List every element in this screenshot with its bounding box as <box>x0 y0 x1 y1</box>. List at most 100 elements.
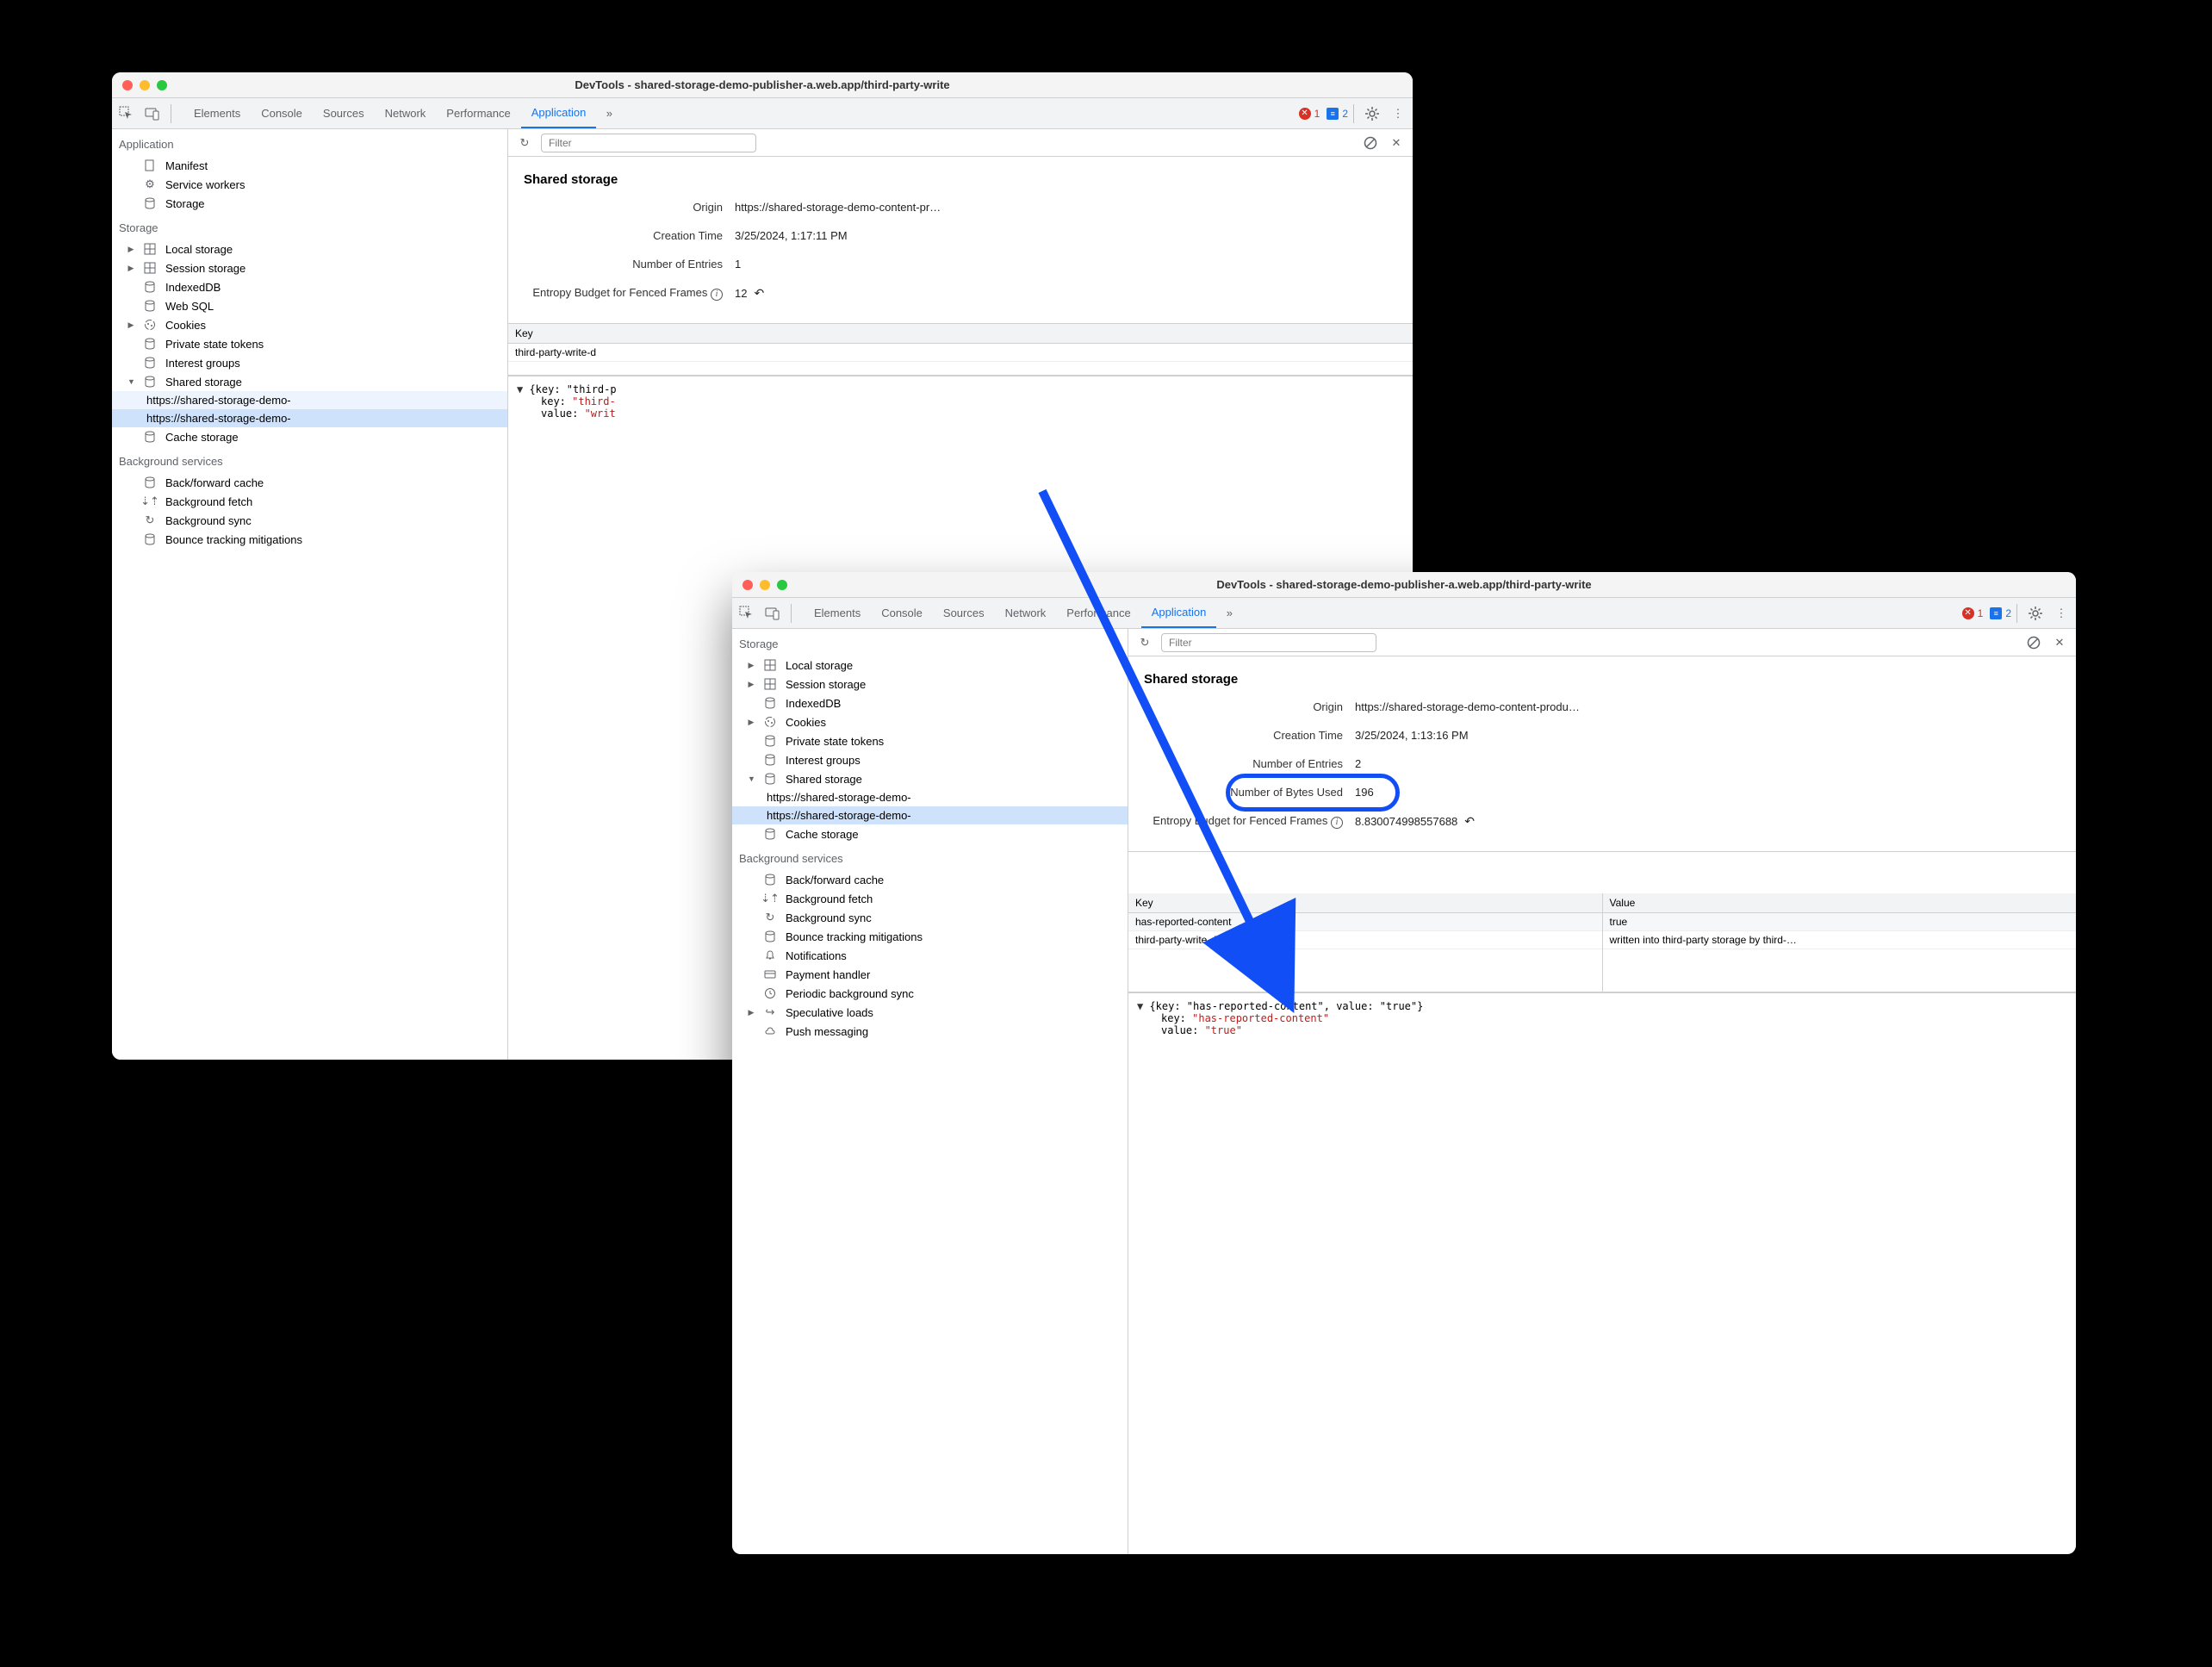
sidebar-item-indexeddb[interactable]: IndexedDB <box>112 277 507 296</box>
sidebar-item-localstorage[interactable]: ▶Local storage <box>732 656 1128 675</box>
minimize-icon[interactable] <box>760 580 770 590</box>
clear-icon[interactable] <box>1361 134 1380 152</box>
error-badge[interactable]: ✕1 <box>1299 108 1320 120</box>
settings-icon[interactable] <box>2022 600 2048 626</box>
tab-console[interactable]: Console <box>871 598 933 628</box>
sidebar-item-paymenthandler[interactable]: Payment handler <box>732 965 1128 984</box>
sidebar-item-storage[interactable]: Storage <box>112 194 507 213</box>
sidebar-item-cachestorage[interactable]: Cache storage <box>112 427 507 446</box>
table-row[interactable]: third-party-write-d <box>508 344 1413 362</box>
sidebar-item-bfcache[interactable]: Back/forward cache <box>112 473 507 492</box>
sidebar-item-localstorage[interactable]: ▶Local storage <box>112 239 507 258</box>
sidebar-item-interestgroups[interactable]: Interest groups <box>732 750 1128 769</box>
titlebar[interactable]: DevTools - shared-storage-demo-publisher… <box>732 572 2076 598</box>
sidebar-item-privatestatetokens[interactable]: Private state tokens <box>112 334 507 353</box>
sidebar-item-bgsync[interactable]: ↻Background sync <box>112 511 507 530</box>
sidebar-item-bgfetch[interactable]: ⇣⇡Background fetch <box>112 492 507 511</box>
database-icon <box>143 299 157 313</box>
entries-table[interactable]: Key third-party-write-d <box>508 324 1413 376</box>
sidebar-item-shared-url-2[interactable]: https://shared-storage-demo- <box>732 806 1128 824</box>
kebab-icon[interactable]: ⋮ <box>1385 101 1411 127</box>
sidebar-item-speculativeloads[interactable]: ▶↪Speculative loads <box>732 1003 1128 1022</box>
inspect-icon[interactable] <box>114 101 140 127</box>
entries-table[interactable]: Key has-reported-content third-party-wri… <box>1128 893 2076 992</box>
tab-application[interactable]: Application <box>1141 598 1217 628</box>
close-icon[interactable] <box>743 580 753 590</box>
sidebar-item-websql[interactable]: Web SQL <box>112 296 507 315</box>
filter-input[interactable] <box>1161 633 1376 652</box>
table-row[interactable]: has-reported-content <box>1128 913 1602 931</box>
titlebar[interactable]: DevTools - shared-storage-demo-publisher… <box>112 72 1413 98</box>
info-icon[interactable]: i <box>711 289 723 301</box>
more-tabs-icon[interactable]: » <box>596 101 622 127</box>
value-origin: https://shared-storage-demo-content-pr… <box>735 201 941 214</box>
sidebar-item-cachestorage[interactable]: Cache storage <box>732 824 1128 843</box>
sidebar-item-serviceworkers[interactable]: ⚙︎Service workers <box>112 175 507 194</box>
reset-icon[interactable]: ↶ <box>754 286 764 301</box>
value-origin: https://shared-storage-demo-content-prod… <box>1355 700 1580 713</box>
message-badge[interactable]: ≡2 <box>1327 108 1348 120</box>
minimize-icon[interactable] <box>140 80 150 90</box>
close-icon[interactable] <box>122 80 133 90</box>
sidebar-item-notifications[interactable]: Notifications <box>732 946 1128 965</box>
tab-performance[interactable]: Performance <box>1056 598 1140 628</box>
clear-icon[interactable] <box>2024 633 2043 652</box>
error-badge[interactable]: ✕1 <box>1962 607 1984 619</box>
device-toolbar-icon[interactable] <box>760 600 786 626</box>
sidebar-item-periodicsync[interactable]: Periodic background sync <box>732 984 1128 1003</box>
kebab-icon[interactable]: ⋮ <box>2048 600 2074 626</box>
sidebar-item-cookies[interactable]: ▶Cookies <box>112 315 507 334</box>
reload-icon[interactable]: ↻ <box>515 134 534 152</box>
inspect-icon[interactable] <box>734 600 760 626</box>
more-tabs-icon[interactable]: » <box>1216 600 1242 626</box>
sidebar-item-shared-url-1[interactable]: https://shared-storage-demo- <box>732 788 1128 806</box>
tab-application[interactable]: Application <box>521 98 597 128</box>
info-icon[interactable]: i <box>1331 817 1343 829</box>
zoom-icon[interactable] <box>777 580 787 590</box>
tab-console[interactable]: Console <box>251 98 313 128</box>
sidebar-item-manifest[interactable]: Manifest <box>112 156 507 175</box>
table-row[interactable]: third-party-write-demo <box>1128 931 1602 949</box>
table-row[interactable]: written into third-party storage by thir… <box>1603 931 2077 949</box>
tab-performance[interactable]: Performance <box>436 98 520 128</box>
tab-sources[interactable]: Sources <box>313 98 375 128</box>
sidebar-item-shared-url-2[interactable]: https://shared-storage-demo- <box>112 409 507 427</box>
sidebar-item-cookies[interactable]: ▶Cookies <box>732 712 1128 731</box>
database-icon <box>763 772 777 786</box>
tab-sources[interactable]: Sources <box>933 598 995 628</box>
sidebar-item-bouncetracking[interactable]: Bounce tracking mitigations <box>112 530 507 549</box>
reset-icon[interactable]: ↶ <box>1464 814 1475 829</box>
sidebar-item-indexeddb[interactable]: IndexedDB <box>732 694 1128 712</box>
sidebar-item-bouncetracking[interactable]: Bounce tracking mitigations <box>732 927 1128 946</box>
tab-network[interactable]: Network <box>375 98 437 128</box>
sidebar-item-sharedstorage[interactable]: ▼Shared storage <box>732 769 1128 788</box>
filter-input[interactable] <box>541 134 756 152</box>
tab-elements[interactable]: Elements <box>804 598 871 628</box>
close-icon[interactable]: ✕ <box>1387 134 1406 152</box>
sidebar-item-sessionstorage[interactable]: ▶Session storage <box>732 675 1128 694</box>
window-title: DevTools - shared-storage-demo-publisher… <box>794 578 2066 591</box>
devtools-tabstrip: Elements Console Sources Network Perform… <box>732 598 2076 629</box>
sidebar-item-shared-url-1[interactable]: https://shared-storage-demo- <box>112 391 507 409</box>
sidebar-item-bgsync[interactable]: ↻Background sync <box>732 908 1128 927</box>
sidebar-item-interestgroups[interactable]: Interest groups <box>112 353 507 372</box>
divider <box>2016 604 2017 623</box>
sidebar[interactable]: Application Manifest ⚙︎Service workers S… <box>112 129 508 1060</box>
sidebar-item-privatestatetokens[interactable]: Private state tokens <box>732 731 1128 750</box>
close-icon[interactable]: ✕ <box>2050 633 2069 652</box>
reload-icon[interactable]: ↻ <box>1135 633 1154 652</box>
label-origin: Origin <box>1144 700 1355 713</box>
sidebar-item-sharedstorage[interactable]: ▼Shared storage <box>112 372 507 391</box>
device-toolbar-icon[interactable] <box>140 101 165 127</box>
sidebar-item-bgfetch[interactable]: ⇣⇡Background fetch <box>732 889 1128 908</box>
sidebar-item-sessionstorage[interactable]: ▶Session storage <box>112 258 507 277</box>
message-badge[interactable]: ≡2 <box>1990 607 2011 619</box>
tab-elements[interactable]: Elements <box>183 98 251 128</box>
table-row[interactable]: true <box>1603 913 2077 931</box>
sidebar-item-bfcache[interactable]: Back/forward cache <box>732 870 1128 889</box>
sidebar[interactable]: Storage ▶Local storage ▶Session storage … <box>732 629 1128 1554</box>
zoom-icon[interactable] <box>157 80 167 90</box>
tab-network[interactable]: Network <box>995 598 1057 628</box>
settings-icon[interactable] <box>1359 101 1385 127</box>
sidebar-item-pushmessaging[interactable]: Push messaging <box>732 1022 1128 1041</box>
